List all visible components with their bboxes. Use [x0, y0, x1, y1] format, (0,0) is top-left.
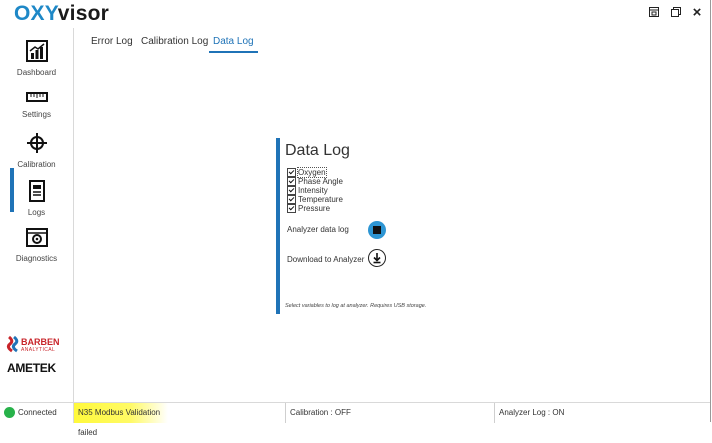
calibration-status: Calibration : OFF	[290, 408, 351, 417]
checkbox-box[interactable]	[287, 177, 296, 186]
checkbox-label: Pressure	[298, 204, 331, 213]
checkbox-label: Temperature	[298, 195, 343, 204]
tab-underline	[209, 51, 258, 53]
panel-hint: Select variables to log at analyzer. Req…	[285, 303, 427, 309]
svg-text:AMETEK: AMETEK	[7, 361, 57, 375]
checkbox-label: Phase Angle	[298, 177, 343, 186]
restore-icon[interactable]	[648, 6, 662, 20]
analyzer-data-log-label: Analyzer data log	[287, 225, 349, 234]
crosshair-icon	[27, 133, 47, 153]
ruler-icon	[26, 92, 48, 102]
sidebar-item-logs[interactable]: Logs	[0, 168, 73, 224]
sidebar-item-settings[interactable]: Settings	[0, 86, 73, 130]
close-icon[interactable]: ×	[690, 5, 704, 20]
app-logo: OXYvisor	[14, 2, 109, 26]
status-divider	[494, 403, 495, 423]
panel-accent-bar	[276, 138, 280, 314]
title-bar: OXYvisor ×	[0, 0, 710, 28]
alert-message: N35 Modbus Validation failed	[73, 403, 168, 437]
sidebar-item-diagnostics[interactable]: Diagnostics	[0, 226, 73, 270]
tab-label: Error Log	[91, 36, 133, 47]
stop-icon	[373, 226, 381, 234]
analyzer-log-status: Analyzer Log : ON	[499, 408, 565, 417]
connection-indicator	[4, 407, 15, 418]
checkbox-temperature[interactable]: Temperature	[287, 195, 343, 204]
tab-data-log[interactable]: Data Log	[209, 36, 258, 53]
tab-calibration-log[interactable]: Calibration Log	[141, 36, 208, 47]
data-log-panel: Data Log Oxygen Phase Angle Intensity Te…	[276, 138, 576, 314]
tab-error-log[interactable]: Error Log	[91, 36, 133, 47]
sidebar-item-label: Dashboard	[16, 68, 57, 77]
panel-title: Data Log	[285, 142, 350, 159]
sidebar-item-label: Logs	[27, 208, 46, 217]
stop-logging-button[interactable]	[368, 221, 386, 239]
tab-label: Calibration Log	[141, 36, 209, 47]
checkbox-label: Intensity	[298, 186, 328, 195]
sidebar-item-label: Settings	[22, 110, 51, 119]
checkbox-phase-angle[interactable]: Phase Angle	[287, 177, 343, 186]
minimize-icon[interactable]	[670, 6, 684, 20]
checkbox-label: Oxygen	[297, 167, 327, 178]
checkbox-box[interactable]	[287, 186, 296, 195]
download-icon	[373, 253, 381, 264]
sidebar-item-label: Diagnostics	[15, 254, 58, 263]
active-indicator	[10, 168, 14, 212]
download-button[interactable]	[368, 249, 386, 267]
status-bar: Connected N35 Modbus Validation failed C…	[0, 402, 710, 437]
document-icon	[29, 180, 45, 202]
chart-icon	[26, 40, 48, 62]
svg-text:BARBEN: BARBEN	[21, 337, 60, 347]
checkbox-box[interactable]	[287, 168, 296, 177]
logo-visor: visor	[57, 2, 109, 25]
app-window: OXYvisor × Dashboard Settings Calibratio…	[0, 0, 711, 437]
barben-logo: BARBEN ANALYTICAL	[6, 335, 70, 353]
connection-status: Connected	[18, 408, 57, 417]
camera-icon	[26, 228, 48, 247]
sidebar: Dashboard Settings Calibration Logs Diag…	[0, 28, 74, 402]
checkbox-pressure[interactable]: Pressure	[287, 204, 330, 213]
logo-oxy: OXY	[14, 2, 58, 25]
svg-text:ANALYTICAL: ANALYTICAL	[21, 347, 55, 353]
checkbox-box[interactable]	[287, 204, 296, 213]
checkbox-box[interactable]	[287, 195, 296, 204]
ametek-logo: AMETEK	[6, 361, 70, 375]
checkbox-oxygen[interactable]: Oxygen	[287, 167, 327, 178]
checkbox-intensity[interactable]: Intensity	[287, 186, 328, 195]
download-to-analyzer-label: Download to Analyzer	[287, 255, 365, 264]
sidebar-item-dashboard[interactable]: Dashboard	[0, 40, 73, 84]
tab-label: Data Log	[213, 36, 254, 47]
status-divider	[285, 403, 286, 423]
